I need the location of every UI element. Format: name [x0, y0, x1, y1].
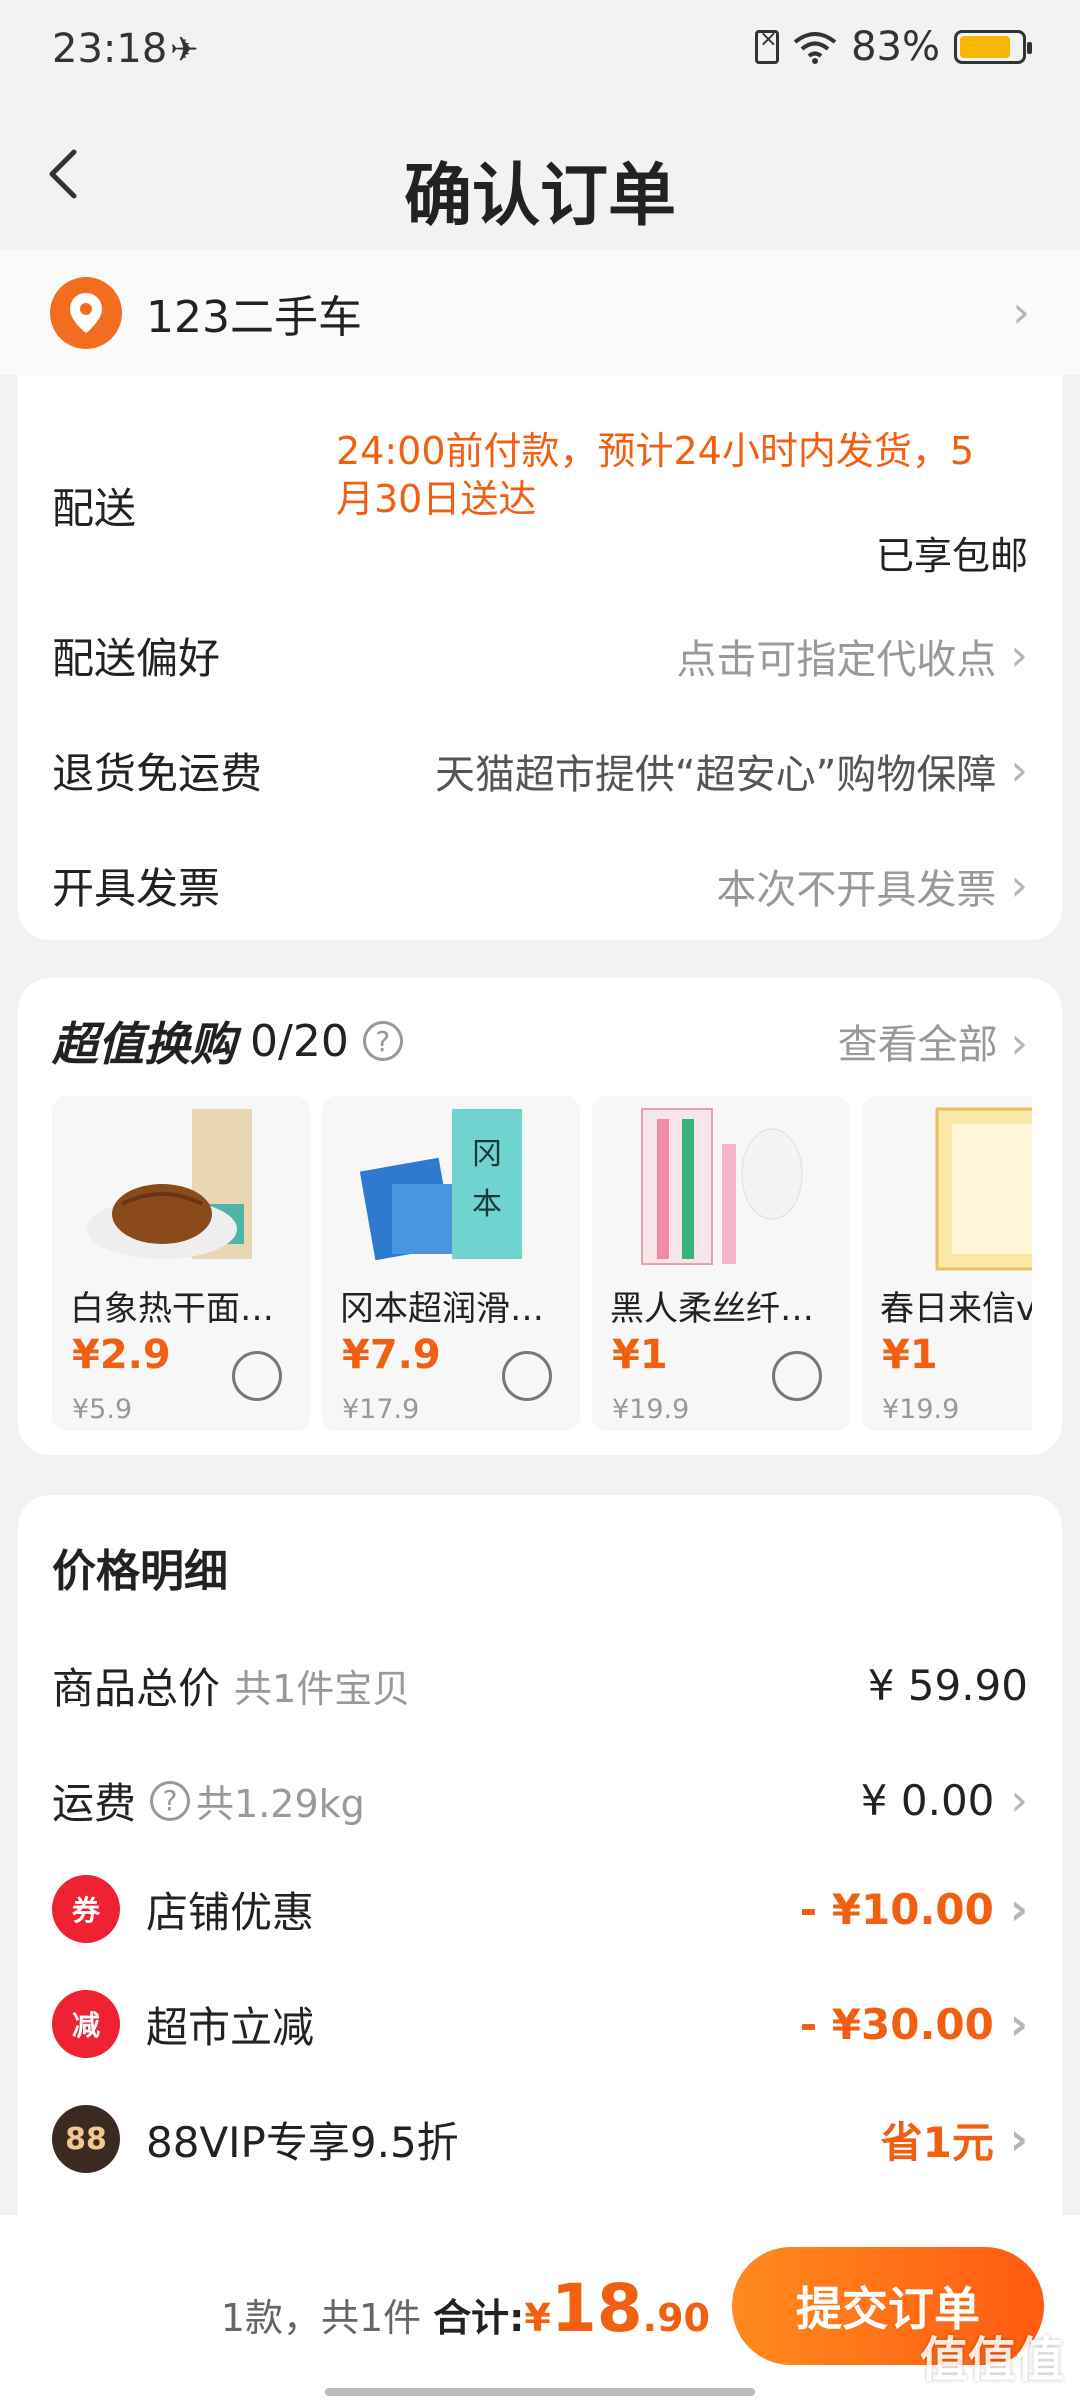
total-label: 合计:: [433, 2296, 525, 2340]
total-decimal: .90: [642, 2296, 710, 2340]
home-indicator[interactable]: [325, 2388, 755, 2396]
chevron-right-icon: ›: [1009, 1998, 1028, 2050]
toothbrush-image: [641, 1108, 803, 1265]
battery-percent: 83%: [851, 24, 940, 70]
return-freight-label: 退货免运费: [52, 749, 263, 798]
product-price: ¥7.9: [342, 1332, 441, 1378]
chevron-right-icon: ›: [1009, 1883, 1028, 1935]
help-icon[interactable]: ?: [150, 1780, 191, 1821]
goods-total-label: 商品总价: [52, 1664, 221, 1713]
total-integer: 18: [550, 2270, 643, 2347]
product-card[interactable]: 白象热干面… ¥2.9 ¥5.9: [52, 1096, 310, 1431]
market-discount-amount: - ¥30.00: [799, 1999, 994, 2049]
shop-discount-amount: - ¥10.00: [799, 1884, 994, 1934]
currency-symbol: ¥: [524, 2296, 551, 2340]
item-count: 1款，共1件: [220, 2296, 422, 2340]
shop-discount-row[interactable]: 券 店铺优惠 - ¥10.00 ›: [52, 1875, 1028, 1943]
invoice-value: 本次不开具发票: [716, 866, 997, 913]
chevron-right-icon: ›: [1010, 630, 1028, 681]
select-radio[interactable]: [232, 1351, 282, 1401]
product-name: 冈本超润滑…: [340, 1289, 544, 1329]
coupon-icon: 券: [52, 1875, 120, 1943]
exchange-title: 超值换购: [52, 1017, 236, 1071]
delivery-preference-row[interactable]: 配送偏好 点击可指定代收点 ›: [52, 625, 1028, 686]
location-pin-icon: [50, 276, 122, 349]
freight-row[interactable]: 运费 ? 共1.29kg ¥ 0.00 ›: [52, 1770, 1028, 1831]
product-price: ¥2.9: [72, 1332, 171, 1378]
address-text: 123二手车: [146, 291, 362, 343]
status-right: 83%: [755, 24, 1032, 70]
delivery-card: 配送 24:00前付款，预计24小时内发货，5月30日送达 已享包邮 配送偏好 …: [18, 375, 1062, 940]
freight-amount: ¥ 0.00: [860, 1776, 995, 1825]
market-discount-label: 超市立减: [146, 2002, 315, 2052]
freight-weight: 共1.29kg: [196, 1782, 365, 1826]
chevron-right-icon: ›: [1010, 1775, 1028, 1826]
chevron-right-icon: ›: [1010, 1018, 1028, 1069]
exchange-count: 0/20: [250, 1015, 349, 1067]
vip-discount-row[interactable]: 88 88VIP专享9.5折 省1元 ›: [52, 2105, 1028, 2173]
market-discount-row[interactable]: 减 超市立减 - ¥30.00 ›: [52, 1990, 1028, 2058]
page-title: 确认订单: [403, 157, 676, 236]
price-detail-card: 价格明细 商品总价 共1件宝贝 ¥ 59.90 运费 ? 共1.29kg ¥ 0…: [18, 1495, 1062, 2215]
product-price: ¥1: [882, 1332, 938, 1378]
goods-count: 共1件宝贝: [234, 1667, 411, 1711]
price-detail-title: 价格明细: [52, 1546, 228, 1597]
no-sim-icon: [755, 27, 780, 64]
noodles-image: [87, 1109, 252, 1259]
select-radio[interactable]: [502, 1351, 552, 1401]
return-freight-value: 天猫超市提供“超安心”购物保障: [434, 751, 997, 798]
reduce-icon: 减: [52, 1990, 120, 2058]
product-name: 白象热干面…: [70, 1289, 274, 1329]
wifi-icon: [793, 32, 837, 64]
invoice-row[interactable]: 开具发票 本次不开具发票 ›: [52, 855, 1028, 916]
select-radio[interactable]: [772, 1351, 822, 1401]
product-name: 春日来信v: [880, 1289, 1032, 1329]
nav-bar: 确认订单: [0, 100, 1080, 250]
return-freight-row[interactable]: 退货免运费 天猫超市提供“超安心”购物保障 ›: [52, 740, 1028, 801]
delivery-label: 配送: [52, 484, 137, 533]
exchange-products: 白象热干面… ¥2.9 ¥5.9 冈 本 冈本超润滑… ¥7.9 ¥17.9 黑…: [52, 1096, 1032, 1431]
chevron-right-icon: ›: [1010, 745, 1028, 796]
view-all-link[interactable]: 查看全部 ›: [838, 1012, 1028, 1070]
product-card[interactable]: VC 春日来信v ¥1 ¥19.9: [862, 1096, 1032, 1431]
shop-discount-label: 店铺优惠: [146, 1887, 315, 1937]
battery-icon: [954, 30, 1032, 64]
product-name: 黑人柔丝纤…: [610, 1289, 814, 1329]
freight-label: 运费: [52, 1779, 137, 1828]
chevron-right-icon: ›: [1010, 860, 1028, 911]
condom-box-image: 冈 本: [359, 1109, 522, 1261]
goods-total-row: 商品总价 共1件宝贝 ¥ 59.90: [52, 1655, 1028, 1716]
status-bar: 23:18 ✈ 83%: [0, 0, 1080, 100]
product-card[interactable]: 冈 本 冈本超润滑… ¥7.9 ¥17.9: [322, 1096, 580, 1431]
order-summary: 1款，共1件 合计: ¥ 18 .90: [221, 2270, 710, 2347]
svg-text:本: 本: [472, 1187, 502, 1222]
chevron-right-icon: ›: [1009, 2113, 1028, 2165]
notification-icon: ✈: [170, 30, 199, 70]
exchange-card: 超值换购 0/20 ? 查看全部 › 白象热干面… ¥2.9 ¥5.9 冈 本 …: [18, 978, 1062, 1455]
invoice-label: 开具发票: [52, 864, 221, 913]
watermark-url: zhizhizhi.com: [942, 2378, 1064, 2399]
status-time: 23:18: [52, 26, 168, 72]
vip-discount-label: 88VIP专享9.5折: [146, 2117, 459, 2167]
exchange-header: 超值换购 0/20 ?: [52, 1008, 403, 1074]
vip-discount-amount: 省1元: [880, 2117, 994, 2167]
delivery-preference-value: 点击可指定代收点: [676, 636, 997, 683]
address-row[interactable]: 123二手车 ›: [0, 250, 1080, 375]
face-mask-image: VC: [935, 1107, 1032, 1271]
help-icon[interactable]: ?: [362, 1021, 403, 1061]
product-original-price: ¥19.9: [612, 1394, 690, 1425]
free-shipping-text: 已享包邮: [875, 534, 1028, 578]
product-original-price: ¥19.9: [882, 1394, 960, 1425]
delivery-preference-label: 配送偏好: [52, 634, 221, 683]
svg-text:冈: 冈: [472, 1137, 502, 1172]
checkout-bar: 1款，共1件 合计: ¥ 18 .90 提交订单: [0, 2215, 1080, 2400]
product-card[interactable]: 黑人柔丝纤… ¥1 ¥19.9: [592, 1096, 850, 1431]
delivery-time-text: 24:00前付款，预计24小时内发货，5月30日送达: [336, 429, 975, 521]
product-original-price: ¥17.9: [342, 1394, 420, 1425]
goods-total-amount: ¥ 59.90: [867, 1661, 1028, 1710]
chevron-right-icon: ›: [1012, 287, 1030, 338]
product-price: ¥1: [612, 1332, 668, 1378]
product-original-price: ¥5.9: [72, 1394, 133, 1425]
vip-88-icon: 88: [52, 2105, 120, 2173]
